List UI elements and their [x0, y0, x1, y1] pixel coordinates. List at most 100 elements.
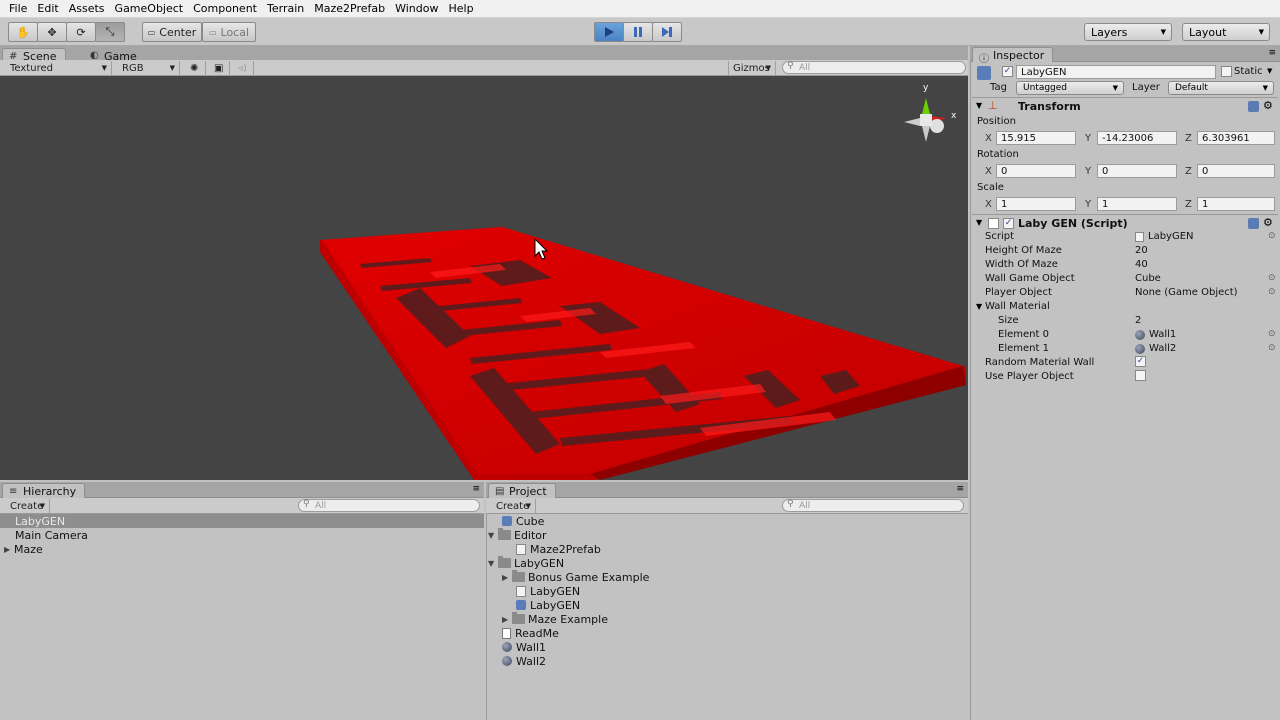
project-item-readme[interactable]: ReadMe [502, 626, 559, 640]
element-0-field[interactable]: Wall1 [1135, 328, 1176, 341]
project-folder-labygen[interactable]: ▼ LabyGEN [488, 556, 564, 570]
scene-subbar: Textured ▼ RGB ▼ ✺ ▣ ◃) Gizmos ▼ ⚲ All [0, 60, 968, 76]
menu-edit[interactable]: Edit [32, 2, 63, 15]
scale-z-field[interactable]: 1 [1197, 197, 1275, 211]
script-enabled-checkbox[interactable]: ✓ [1003, 218, 1014, 229]
active-checkbox[interactable]: ✓ [1002, 66, 1013, 77]
tab-inspector[interactable]: ⓘ Inspector [972, 47, 1054, 65]
project-item-wall2[interactable]: Wall2 [502, 654, 546, 668]
pause-button[interactable] [623, 22, 653, 42]
size-field[interactable]: 2 [1135, 314, 1141, 327]
object-picker-icon[interactable]: ⊙ [1268, 343, 1276, 353]
use-player-object-checkbox[interactable] [1135, 370, 1146, 381]
scene-viewport[interactable]: y x [0, 76, 968, 480]
hand-tool-button[interactable]: ✋ [8, 22, 38, 42]
color-mode-dropdown[interactable]: RGB ▼ [118, 61, 180, 75]
menu-file[interactable]: File [4, 2, 32, 15]
project-folder-editor[interactable]: ▼ Editor [488, 528, 547, 542]
project-item-wall1[interactable]: Wall1 [502, 640, 546, 654]
rotation-y-field[interactable]: 0 [1097, 164, 1177, 178]
gear-icon[interactable]: ⚙ [1263, 216, 1273, 229]
menu-component[interactable]: Component [188, 2, 262, 15]
panel-menu-icon[interactable]: ≡ [472, 484, 480, 494]
foldout-arrow-icon[interactable]: ▼ [976, 218, 982, 227]
layers-dropdown[interactable]: Layers ▼ [1084, 23, 1172, 41]
tag-dropdown[interactable]: Untagged ▼ [1016, 81, 1124, 95]
object-name-field[interactable]: LabyGEN [1016, 65, 1216, 79]
random-material-wall-checkbox[interactable]: ✓ [1135, 356, 1146, 367]
collapse-arrow-icon[interactable]: ▼ [488, 531, 498, 540]
expand-arrow-icon[interactable]: ▶ [502, 573, 512, 582]
project-folder-maze-example[interactable]: ▶ Maze Example [502, 612, 608, 626]
tab-hierarchy[interactable]: ≡ Hierarchy [2, 483, 86, 498]
project-item-labygen-script[interactable]: LabyGEN [516, 584, 580, 598]
width-of-maze-label: Width Of Maze [985, 259, 1058, 270]
hierarchy-item-main-camera[interactable]: Main Camera [15, 528, 88, 542]
script-value[interactable]: LabyGEN [1135, 230, 1194, 243]
project-item-cube[interactable]: Cube [502, 514, 544, 528]
menu-assets[interactable]: Assets [64, 2, 110, 15]
position-y-field[interactable]: -14.23006 [1097, 131, 1177, 145]
object-picker-icon[interactable]: ⊙ [1268, 287, 1276, 297]
pivot-center-button[interactable]: ▭ Center [142, 22, 202, 42]
width-of-maze-field[interactable]: 40 [1135, 258, 1148, 271]
object-picker-icon[interactable]: ⊙ [1268, 329, 1276, 339]
menu-gameobject[interactable]: GameObject [110, 2, 189, 15]
object-picker-icon[interactable]: ⊙ [1268, 231, 1276, 241]
step-button[interactable] [652, 22, 682, 42]
project-item-labygen-prefab[interactable]: LabyGEN [516, 598, 580, 612]
hierarchy-item-maze[interactable]: ▶ Maze [4, 542, 43, 556]
object-picker-icon[interactable]: ⊙ [1268, 273, 1276, 283]
position-z-field[interactable]: 6.303961 [1197, 131, 1275, 145]
scene-orientation-gizmo[interactable]: y x [904, 83, 957, 142]
height-of-maze-field[interactable]: 20 [1135, 244, 1148, 257]
collapse-arrow-icon[interactable]: ▼ [488, 559, 498, 568]
layer-dropdown[interactable]: Default ▼ [1168, 81, 1274, 95]
project-item-label: LabyGEN [530, 598, 581, 612]
chevron-down-icon[interactable]: ▼ [1267, 67, 1272, 75]
player-object-field[interactable]: None (Game Object) [1135, 286, 1238, 299]
project-search-input[interactable]: ⚲ All [782, 499, 964, 512]
move-tool-button[interactable]: ✥ [37, 22, 67, 42]
project-item-maze2prefab[interactable]: Maze2Prefab [516, 542, 601, 556]
layout-dropdown[interactable]: Layout ▼ [1182, 23, 1270, 41]
hierarchy-create-dropdown[interactable]: Create ▼ [6, 499, 50, 513]
element-1-label: Element 1 [998, 343, 1049, 354]
expand-arrow-icon[interactable]: ▶ [502, 615, 512, 624]
panel-menu-icon[interactable]: ≡ [956, 484, 964, 494]
reference-icon[interactable] [1248, 218, 1259, 229]
menu-terrain[interactable]: Terrain [262, 2, 309, 15]
element-1-field[interactable]: Wall2 [1135, 342, 1176, 355]
expand-arrow-icon[interactable]: ▶ [4, 545, 14, 554]
rotate-tool-button[interactable]: ⟳ [66, 22, 96, 42]
static-checkbox[interactable] [1221, 66, 1232, 77]
position-x-field[interactable]: 15.915 [996, 131, 1076, 145]
menu-help[interactable]: Help [443, 2, 478, 15]
scale-y-field[interactable]: 1 [1097, 197, 1177, 211]
reference-icon[interactable] [1248, 101, 1259, 112]
tab-project[interactable]: ▤ Project [488, 483, 556, 498]
scene-search-input[interactable]: ⚲ All [782, 61, 966, 74]
gear-icon[interactable]: ⚙ [1263, 99, 1273, 112]
hierarchy-search-input[interactable]: ⚲ All [298, 499, 480, 512]
foldout-arrow-icon[interactable]: ▼ [976, 101, 982, 110]
scale-tool-button[interactable]: ⤡ [95, 22, 125, 42]
space-local-button[interactable]: ▭ Local [202, 22, 256, 42]
hierarchy-item-labygen[interactable]: LabyGEN [15, 514, 65, 528]
rotation-x-field[interactable]: 0 [996, 164, 1076, 178]
play-button[interactable] [594, 22, 624, 42]
audio-toggle[interactable]: ◃) [234, 61, 254, 75]
project-create-dropdown[interactable]: Create ▼ [492, 499, 536, 513]
gizmos-dropdown[interactable]: Gizmos ▼ [728, 61, 776, 75]
render-mode-dropdown[interactable]: Textured ▼ [6, 61, 112, 75]
menu-maze2prefab[interactable]: Maze2Prefab [309, 2, 390, 15]
foldout-arrow-icon[interactable]: ▼ [976, 302, 982, 311]
rotation-z-field[interactable]: 0 [1197, 164, 1275, 178]
lighting-toggle[interactable]: ✺ [186, 61, 206, 75]
project-folder-bonus-game-example[interactable]: ▶ Bonus Game Example [502, 570, 649, 584]
menu-window[interactable]: Window [390, 2, 443, 15]
panel-menu-icon[interactable]: ≡ [1268, 48, 1276, 58]
scale-x-field[interactable]: 1 [996, 197, 1076, 211]
wall-game-object-field[interactable]: Cube [1135, 272, 1161, 285]
image-toggle[interactable]: ▣ [210, 61, 230, 75]
